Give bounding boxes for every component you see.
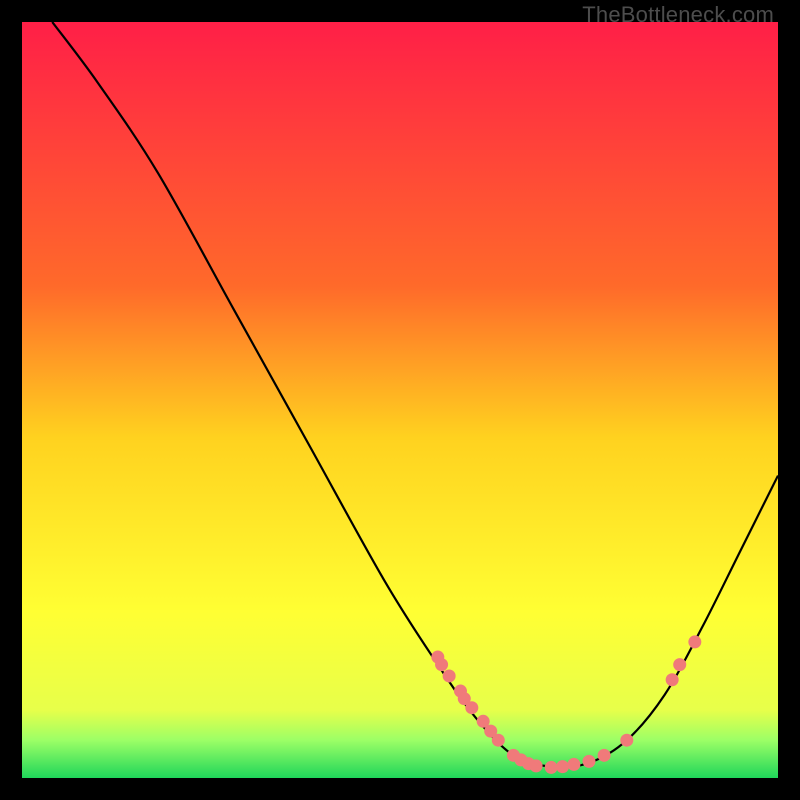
bottleneck-curve-chart [22, 22, 778, 778]
data-marker [673, 658, 686, 671]
data-marker [545, 761, 558, 774]
data-marker [583, 755, 596, 768]
data-marker [598, 749, 611, 762]
data-marker [666, 673, 679, 686]
data-marker [435, 658, 448, 671]
data-marker [620, 734, 633, 747]
data-marker [556, 760, 569, 773]
chart-frame [22, 22, 778, 778]
data-marker [567, 758, 580, 771]
data-marker [688, 635, 701, 648]
data-marker [465, 701, 478, 714]
data-marker [443, 669, 456, 682]
data-marker [492, 734, 505, 747]
data-marker [530, 759, 543, 772]
